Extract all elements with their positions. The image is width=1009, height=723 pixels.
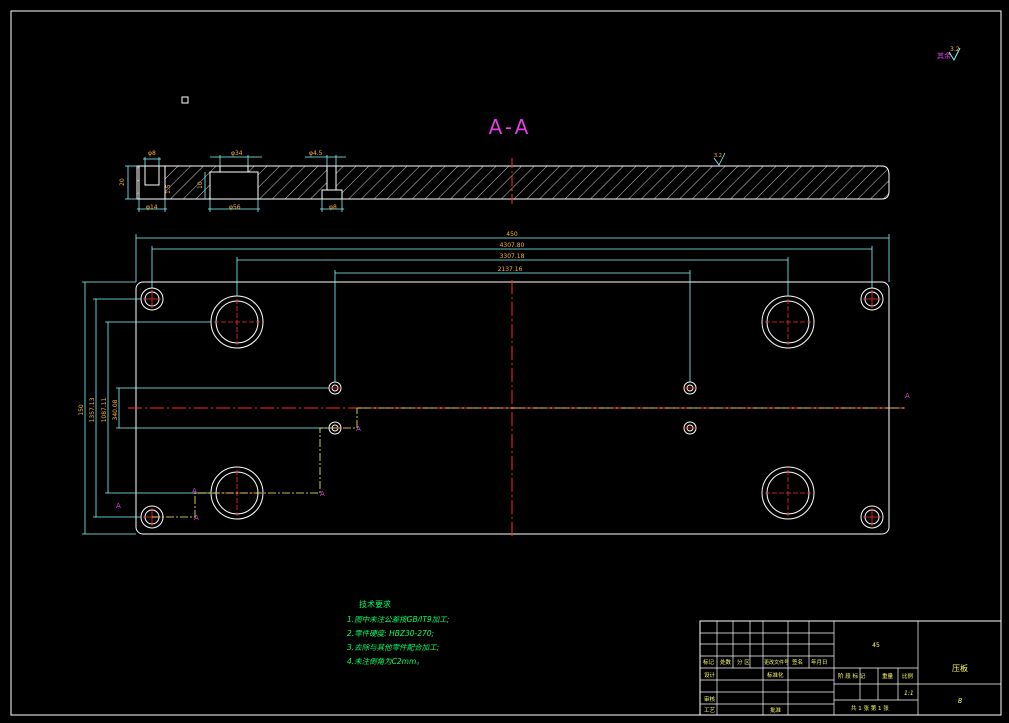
tb-sheet-info: 共 1 张 第 1 张 [851,704,889,712]
section-view: 20 φ8 φ14 1.5 φ34 φ56 10 φ4.5 φ8 3.2 [119,150,890,212]
tb-header-label: 签名 [792,658,803,666]
tb-header-label: 分 区 [737,658,750,666]
section-hole-left-counterbore [144,165,160,186]
tb-material: 45 [872,642,880,649]
section-letter: A [116,502,121,510]
dim-d-bot-left: φ14 [146,204,158,211]
dim-d-bot-mid: φ56 [229,204,241,211]
tech-note-item: 1.图中未注公差按GB/IT9加工; [347,615,449,624]
dim-d-bot-right: φ8 [329,204,337,211]
cad-drawing-canvas: 其余 3.2 A-A 20 φ8 φ14 1.5 φ34 φ56 10 φ4.5… [10,10,1002,716]
tb-drawing-no: 8 [958,697,963,705]
section-hole-mid [209,171,259,200]
title-block: 标记 处数 分 区 更改文件号 签名 年月日 设计 审核 工艺 标准化 批准 4… [699,620,1002,716]
tb-stage-label: 重量 [882,672,894,680]
tb-stage-label: 比例 [902,672,914,680]
small-hole [683,381,697,395]
section-roughness: 3.2 [714,153,722,159]
surface-finish-value: 3.2 [950,46,960,53]
marker-square [181,96,189,104]
section-hole-mid-top [219,165,249,173]
section-letter: A [356,425,361,433]
tech-note-item: 3.去除与其他零件配合加工; [347,643,439,652]
section-title: A-A [489,115,532,139]
section-hole-right [321,189,343,200]
tb-row-label: 设计 [704,671,716,679]
section-letter: A [192,487,197,495]
tb-part-name: 压板 [952,663,968,673]
section-letter: A [905,392,910,400]
section-hole-right-thru [326,165,337,191]
corner-hole [860,287,884,311]
dim-len-1: 4307.80 [500,242,525,249]
dim-thickness: 20 [119,178,126,186]
tb-mid-label: 批准 [770,706,782,714]
plan-view: 450 4307.80 3307.18 2137.16 150 1357.13 … [78,231,910,536]
dim-d-top-mid: φ34 [231,150,243,157]
dim-h-2: 1087.11 [101,397,108,422]
tb-row-label: 工艺 [704,707,716,714]
dim-d-top-right: φ4.5 [309,150,323,157]
corner-hole [860,505,884,529]
dim-depth-left: 1.5 [165,184,172,194]
dim-d-top-left: φ8 [148,150,156,157]
dim-overall-length: 450 [506,231,518,238]
tb-header-label: 标记 [703,658,715,666]
dim-h-1: 1357.13 [89,397,96,422]
technical-requirements: 技术要求 1.图中未注公差按GB/IT9加工; 2.零件硬度: HBZ30-27… [347,599,449,666]
dim-depth-mid: 10 [197,181,204,189]
tb-header-label: 更改文件号 [764,659,789,666]
tech-note-item: 2.零件硬度: HBZ30-270; [347,629,434,638]
large-hole [210,295,264,349]
small-hole [328,381,342,395]
cutting-plane-path [152,408,358,518]
dim-len-3: 2137.16 [498,266,523,273]
dim-len-2: 3307.18 [500,253,525,260]
large-hole [761,466,815,520]
tb-mid-label: 标准化 [767,671,784,679]
tb-scale-value: 1:1 [904,690,914,697]
tb-header-label: 年月日 [811,658,828,666]
large-hole [761,295,815,349]
surface-finish-symbol: 其余 3.2 [937,46,961,62]
section-letter: A [194,514,199,522]
tech-notes-title: 技术要求 [359,599,391,609]
tb-row-label: 审核 [704,695,716,703]
corner-hole [140,287,164,311]
tech-note-item: 4.未注倒角为C2mm。 [347,657,424,666]
tb-stage-label: 阶 段 标 记 [838,672,866,680]
small-hole [683,421,697,435]
dim-overall-height: 150 [78,404,85,416]
section-letter: A [320,490,325,498]
dim-h-3: 340.08 [112,399,119,420]
tb-header-label: 处数 [720,658,732,666]
